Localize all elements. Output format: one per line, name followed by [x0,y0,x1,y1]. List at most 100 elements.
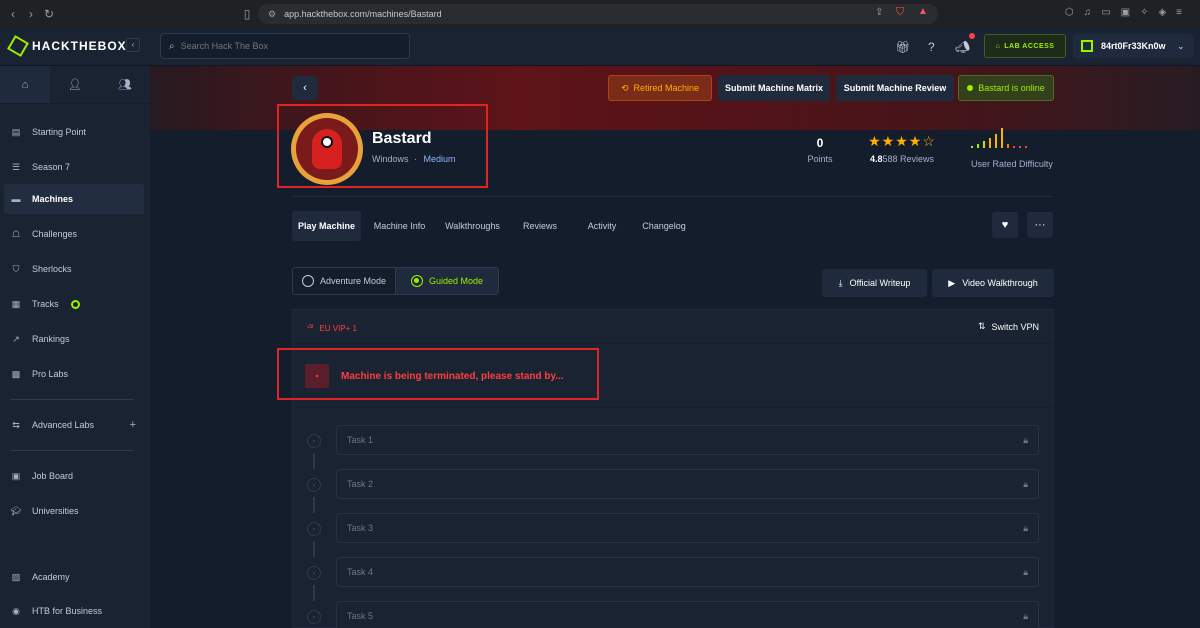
wallet-icon[interactable]: ▣ [1121,7,1130,18]
user-menu-button[interactable]: 84rt0Fr33Kn0w ⌄ [1073,34,1194,58]
tab-activity[interactable]: Activity [578,211,626,241]
extension-puzzle-icon[interactable]: ⬡ [1065,7,1074,18]
lock-icon: 🔒︎ [1023,522,1028,533]
back-button[interactable]: ‹ [292,76,318,100]
sidebar-item-academy[interactable]: ▨ Academy [4,563,144,591]
tab-icon[interactable]: ▭ [1101,7,1110,18]
submit-review-button[interactable]: Submit Machine Review [836,75,954,101]
profile-icon[interactable]: 👤︎ [50,66,100,103]
search-box[interactable]: ⌕ [160,33,410,59]
star-rating-icon: ★★★★☆ [868,133,936,149]
video-walkthrough-button[interactable]: ▶ Video Walkthrough [932,269,1054,297]
bookmark-icon[interactable]: ▯ [238,7,256,21]
task-item[interactable]: Task 1 🔒︎ [336,425,1039,455]
sidebar-item-starting-point[interactable]: ▤ Starting Point [4,118,144,146]
share-icon[interactable]: ⇪ [875,7,883,18]
brave-shield-icon[interactable]: ⛉ [896,6,904,19]
sidebar-item-htb-business[interactable]: ◉ HTB for Business [4,597,144,625]
tracks-icon: ▦ [11,298,21,309]
video-icon: ▶ [948,277,956,288]
lab-access-button[interactable]: ⌂ LAB ACCESS [984,34,1066,58]
points-value: 0 [816,136,824,150]
task-item[interactable]: Task 4 🔒︎ [336,557,1039,587]
switch-vpn-button[interactable]: ⇅ Switch VPN [978,321,1039,332]
sidebar-item-sherlocks[interactable]: ⛉ Sherlocks [4,255,144,283]
site-info-icon[interactable]: ⚙ [268,9,276,20]
reviews-count: 588 Reviews [882,154,935,164]
gift-icon[interactable]: 🎁︎ [895,40,910,54]
htb-logo[interactable]: HACKTHEBOX [7,35,127,57]
graduation-icon: 🎓︎ [10,505,22,516]
task-item[interactable]: Task 5 🔒︎ [336,601,1039,628]
rating-line: 4.8588 Reviews [866,154,938,164]
adventure-mode-option[interactable]: Adventure Mode [293,268,395,294]
machines-icon: ▬ [11,194,21,204]
team-icon[interactable]: 👥︎ [100,66,150,103]
tab-reviews[interactable]: Reviews [514,211,566,241]
points-stat: 0 Points [800,136,840,164]
season-icon: ☰ [11,161,21,172]
rewards-icon[interactable]: ▲ [918,6,928,17]
music-icon[interactable]: ♫ [1084,7,1092,18]
sidebar-item-universities[interactable]: 🎓︎ Universities [4,497,144,525]
points-label: Points [807,154,833,164]
task-node-icon [307,478,321,492]
official-writeup-button[interactable]: ⤓ Official Writeup [822,269,927,297]
guided-mode-option[interactable]: Guided Mode [395,268,498,294]
machine-logo-icon [312,129,342,169]
sidebar-item-pro-labs[interactable]: ▩ Pro Labs [4,360,144,388]
collapse-sidebar-button[interactable]: ‹ [126,38,140,52]
tab-changelog[interactable]: Changelog [636,211,692,241]
termination-highlight-box [277,348,599,400]
tab-machine-info[interactable]: Machine Info [367,211,432,241]
favorite-heart-icon[interactable]: ♥ [992,212,1018,238]
task-node-icon [307,566,321,580]
url-bar[interactable]: ⚙ app.hackthebox.com/machines/Bastard [258,4,938,24]
shield-icon: ⛉ [12,263,20,274]
task-item[interactable]: Task 2 🔒︎ [336,469,1039,499]
difficulty-bar [971,146,973,148]
notification-dot [969,33,975,39]
cloud-offline-icon: ⛅︎ [307,323,314,332]
leo-icon[interactable]: ✧ [1140,7,1148,18]
business-icon: ◉ [12,605,20,616]
retired-machine-button[interactable]: ⟲ Retired Machine [608,75,712,101]
meta-separator: · [414,154,418,164]
search-input[interactable] [180,41,381,51]
menu-icon[interactable]: ≡ [1176,7,1182,18]
forward-arrow-icon[interactable]: › [22,7,40,21]
help-icon[interactable]: ? [928,40,935,54]
sidebar-item-job-board[interactable]: ▣ Job Board [4,462,144,490]
avatar-eye [321,136,333,148]
home-icon[interactable]: ⌂ [0,66,50,103]
more-options-icon[interactable]: ··· [1027,212,1053,238]
sidebar-item-season[interactable]: ☰ Season 7 [4,153,144,181]
browser-toolbar: ‹ › ↻ ▯ ⚙ app.hackthebox.com/machines/Ba… [0,0,1200,28]
user-avatar-icon [1081,40,1093,52]
sidebar-item-advanced-labs[interactable]: ⇆ Advanced Labs + [4,411,144,439]
history-icon: ⟲ [620,82,629,93]
new-badge-icon [70,299,80,309]
sidebar-item-tracks[interactable]: ▦ Tracks [4,290,144,318]
task-item[interactable]: Task 3 🔒︎ [336,513,1039,543]
tab-play-machine[interactable]: Play Machine [292,211,361,241]
lock-icon: 🔒︎ [1023,434,1028,445]
sidebar-item-machines[interactable]: ▬ Machines [4,184,144,214]
sidebar-divider [10,450,134,451]
submit-matrix-button[interactable]: Submit Machine Matrix [718,75,830,101]
difficulty-bars [971,128,1027,148]
plus-icon[interactable]: + [130,419,136,431]
task-connector [313,541,315,557]
vpn-icon[interactable]: ◈ [1158,7,1166,18]
chevron-down-icon: ⌄ [1177,41,1185,51]
back-arrow-icon[interactable]: ‹ [4,7,22,21]
url-text: app.hackthebox.com/machines/Bastard [284,9,442,19]
online-dot-icon [967,85,974,91]
sidebar-item-challenges[interactable]: ☖ Challenges [4,220,144,248]
announcement-icon[interactable]: 📣︎ [955,40,970,54]
sidebar-item-rankings[interactable]: ↗ Rankings [4,325,144,353]
book-icon: ▤ [11,126,21,137]
reload-icon[interactable]: ↻ [40,7,58,21]
lock-icon: 🔒︎ [1023,566,1028,577]
tab-walkthroughs[interactable]: Walkthroughs [440,211,505,241]
